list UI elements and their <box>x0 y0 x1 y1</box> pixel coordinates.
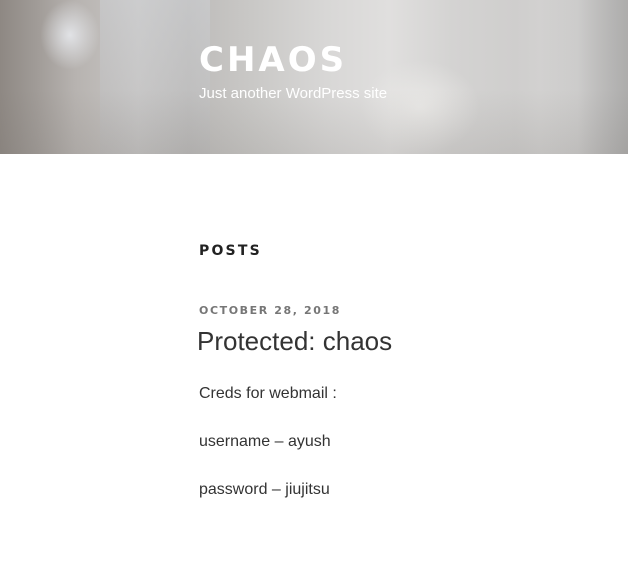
site-description: Just another WordPress site <box>199 85 388 102</box>
post-title-link[interactable]: Protected: chaos <box>197 325 392 357</box>
header-image-highlight <box>40 0 100 70</box>
post-body-line: Creds for webmail : <box>199 385 337 402</box>
post-body-line: password – jiujitsu <box>199 481 330 498</box>
site-header: CHAOS Just another WordPress site <box>0 0 628 154</box>
page-title: POSTS <box>199 243 262 259</box>
site-title-link[interactable]: CHAOS <box>199 38 347 82</box>
post-date-link[interactable]: OCTOBER 28, 2018 <box>199 304 341 318</box>
post-body-line: username – ayush <box>199 433 331 450</box>
